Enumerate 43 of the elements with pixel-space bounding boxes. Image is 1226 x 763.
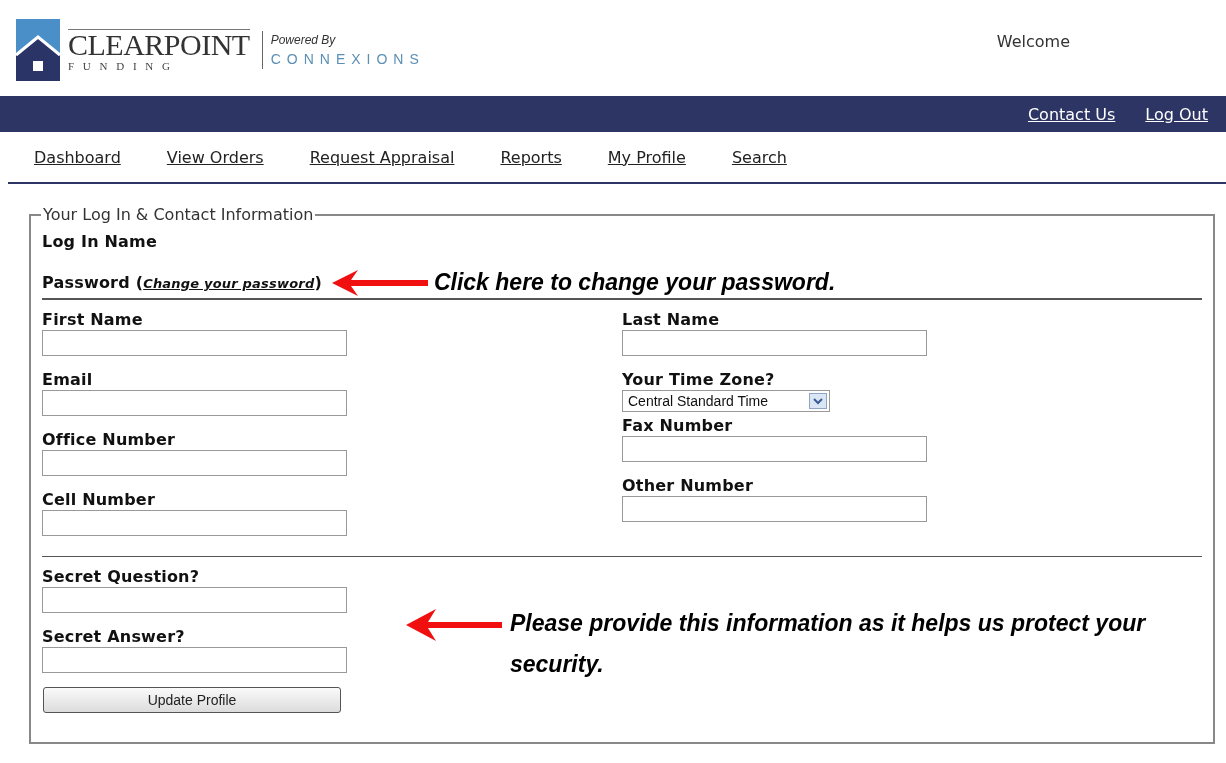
logo-subtitle: F U N D I N G — [68, 59, 174, 72]
input-field[interactable] — [42, 390, 347, 416]
nav-link[interactable]: View Orders — [166, 147, 264, 167]
field-label: Password (Change your password) — [42, 273, 322, 292]
welcome-text: Welcome — [996, 31, 1071, 53]
input-field[interactable] — [622, 330, 927, 356]
time-zone-dropdown[interactable]: Central Standard Time — [622, 390, 830, 412]
nav-link[interactable]: Search — [731, 147, 787, 167]
field-label: Other Number — [622, 476, 754, 495]
nav-link[interactable]: My Profile — [607, 147, 686, 167]
field-label: Cell Number — [42, 490, 156, 509]
field-label: Office Number — [42, 430, 177, 449]
input-field[interactable] — [42, 450, 347, 476]
input-field[interactable] — [42, 647, 347, 673]
input-field[interactable] — [42, 510, 347, 536]
brand-name: CONNEXIONS — [270, 51, 425, 67]
field-label: Your Time Zone? — [622, 370, 776, 389]
field-label: Log In Name — [42, 232, 159, 251]
update-profile-button[interactable]: Update Profile — [43, 687, 341, 713]
house-logo-icon — [16, 19, 60, 81]
input-field[interactable] — [42, 330, 347, 356]
input-field[interactable] — [622, 436, 927, 462]
top-link[interactable]: Contact Us — [1027, 104, 1116, 124]
callout-text: Click here to change your password. — [433, 269, 836, 296]
callout-text: Please provide this information as it helps us protect your security. — [510, 609, 1147, 679]
field-label: Last Name — [622, 310, 721, 329]
arrow-icon — [331, 269, 428, 296]
nav-link[interactable]: Dashboard — [34, 147, 121, 167]
nav-link[interactable]: Reports — [500, 147, 562, 167]
top-link[interactable]: Log Out — [1145, 104, 1208, 124]
field-label: First Name — [42, 310, 144, 329]
field-label: Secret Question? — [42, 567, 201, 586]
nav-link[interactable]: Request Appraisal — [309, 147, 455, 167]
field-label: Fax Number — [622, 416, 734, 435]
field-label: Email — [42, 370, 94, 389]
change-password-link[interactable]: Change your password — [143, 276, 315, 291]
arrow-icon — [406, 609, 502, 641]
input-field[interactable] — [622, 496, 927, 522]
input-field[interactable] — [42, 587, 347, 613]
panel-legend: Your Log In & Contact Information — [41, 205, 316, 224]
logo-name: CLEARPOINT — [68, 29, 250, 60]
powered-by-text: Powered By — [270, 33, 337, 47]
field-label: Secret Answer? — [42, 627, 186, 646]
